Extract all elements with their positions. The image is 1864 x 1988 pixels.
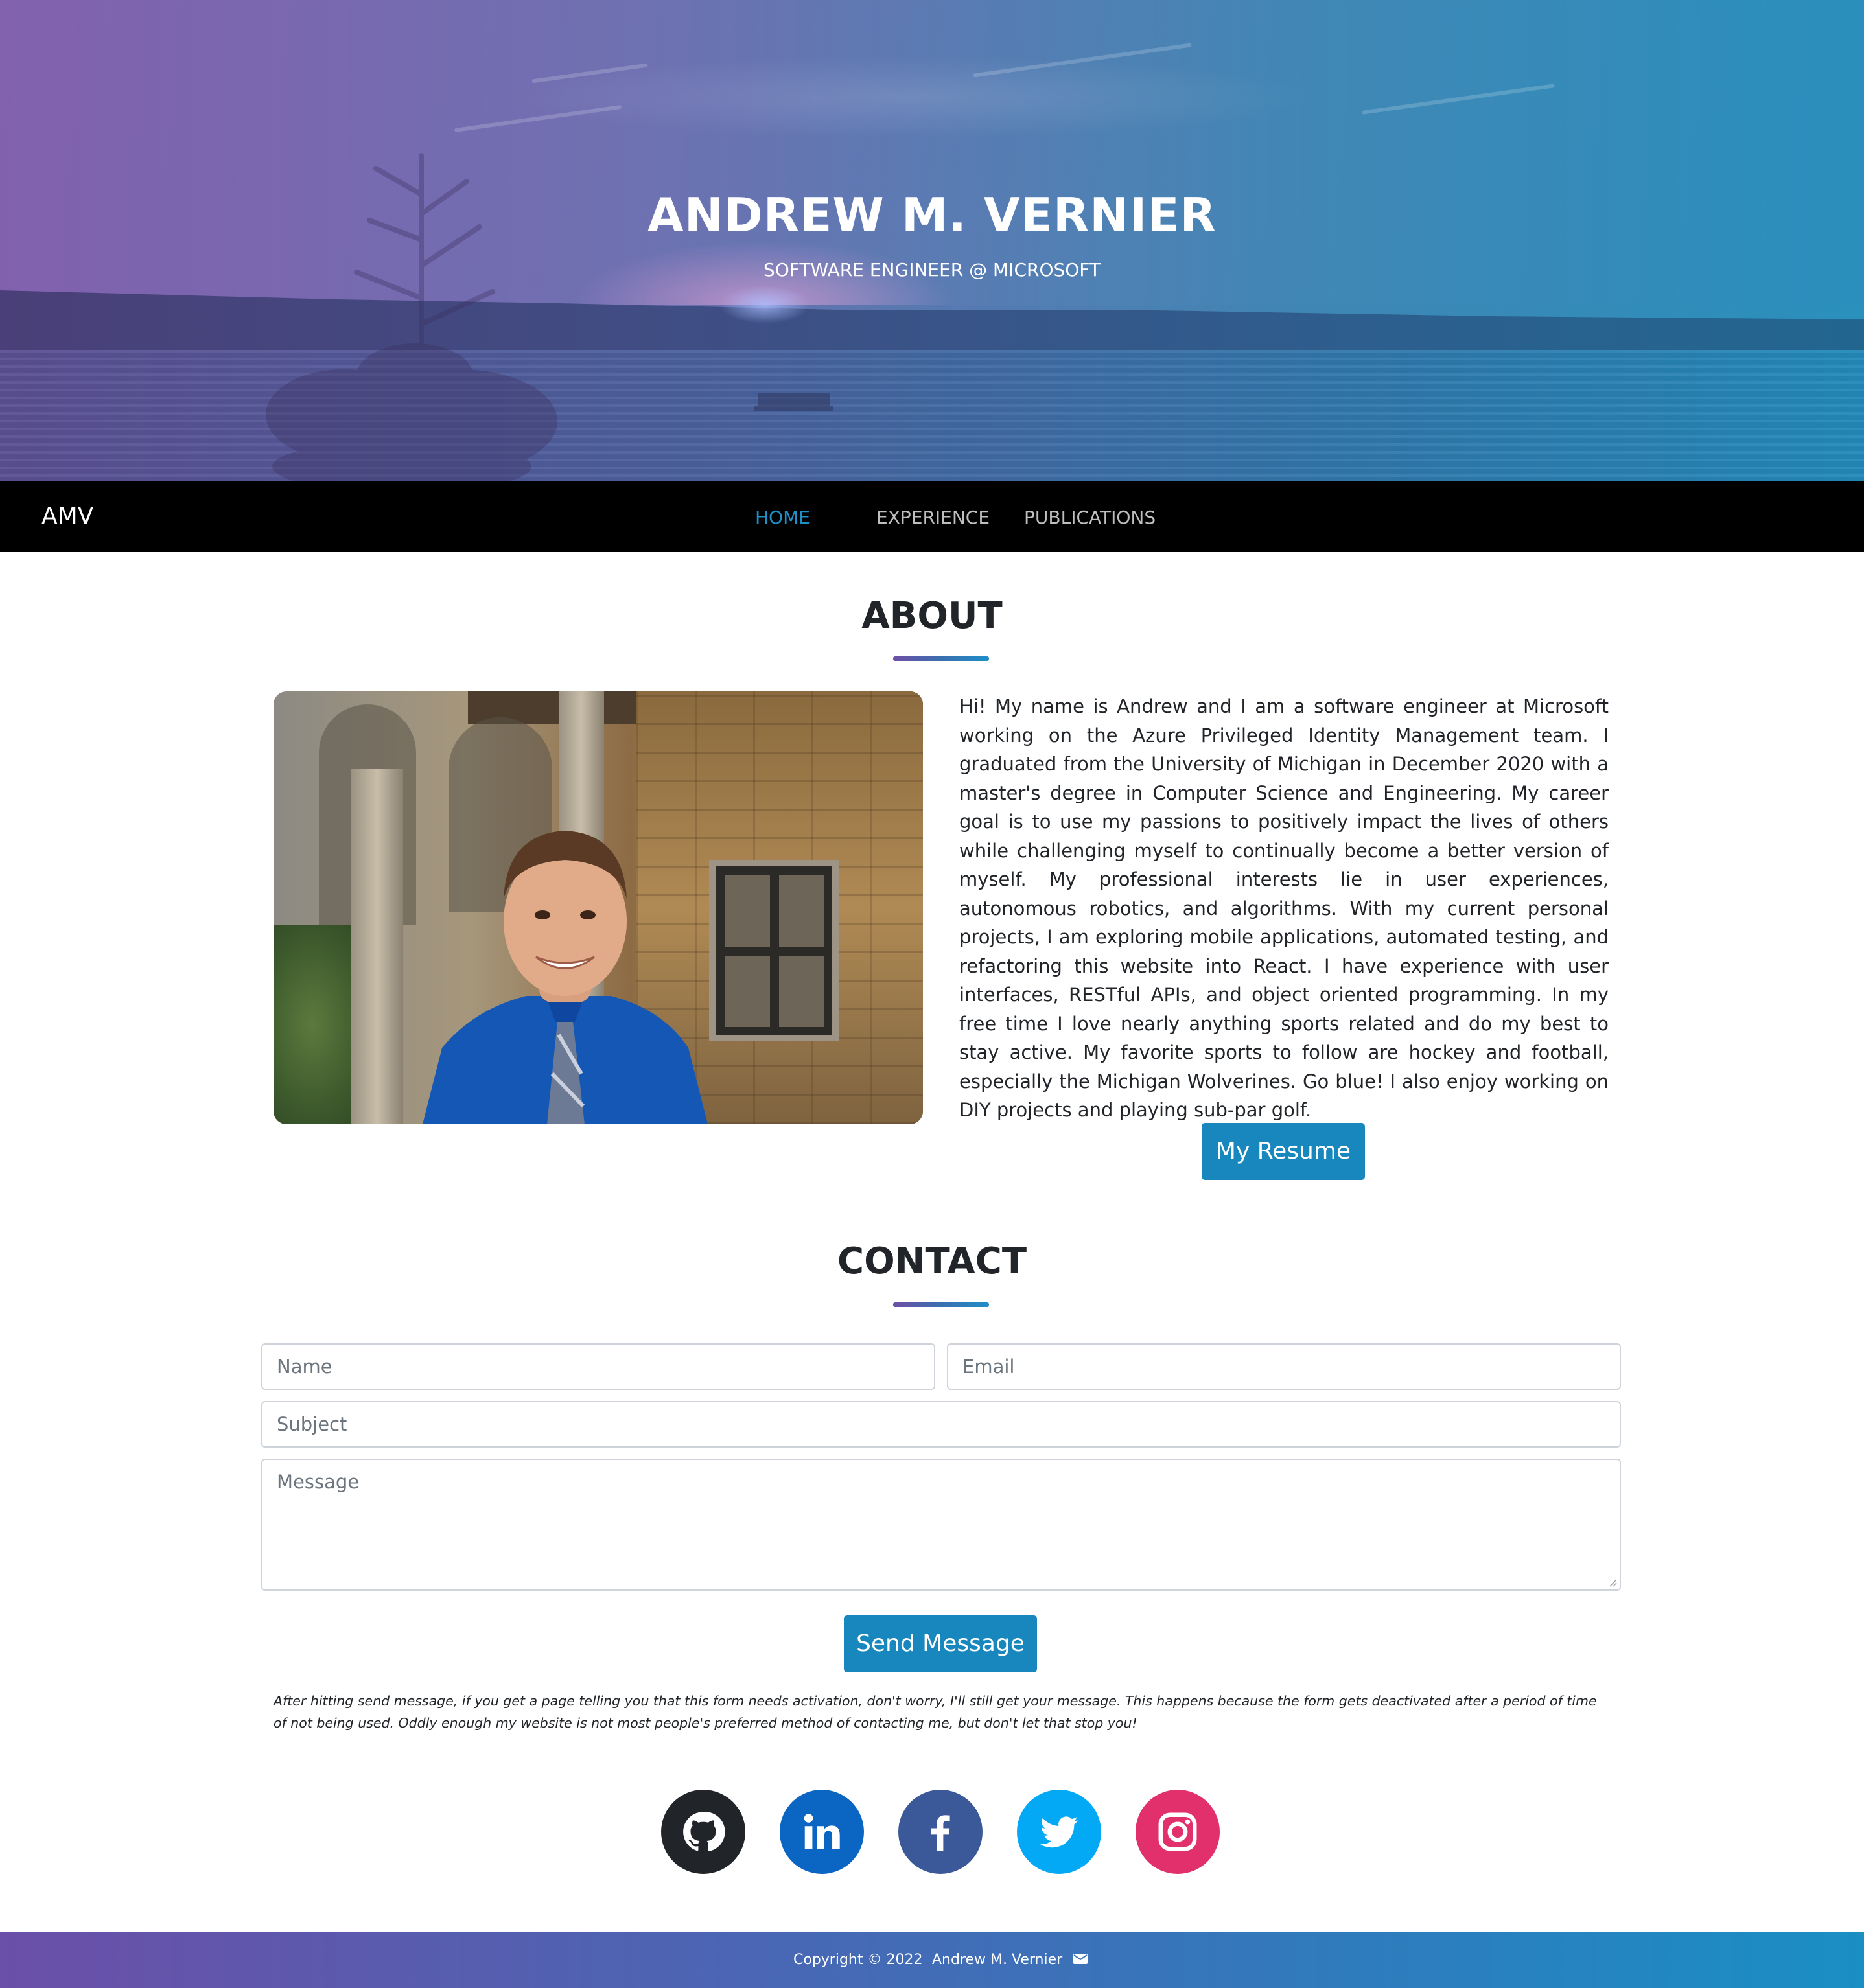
footer-copyright: Copyright © 2022 — [793, 1952, 923, 1968]
window-pane — [779, 956, 824, 1027]
hero-title: ANDREW M. VERNIER — [647, 188, 1217, 242]
subject-field[interactable]: Subject — [261, 1401, 1621, 1448]
linkedin-link[interactable] — [780, 1790, 864, 1874]
message-placeholder: Message — [277, 1471, 360, 1493]
nav-link-home[interactable]: HOME — [755, 507, 810, 528]
nav-link-publications[interactable]: PUBLICATIONS — [1024, 507, 1156, 528]
send-message-button[interactable]: Send Message — [844, 1615, 1037, 1672]
profile-photo — [274, 691, 923, 1124]
footer: Copyright © 2022 Andrew M. Vernier — [0, 1932, 1864, 1988]
twitter-link[interactable] — [1017, 1790, 1101, 1874]
contact-underline — [893, 1302, 989, 1307]
linkedin-icon — [804, 1814, 840, 1849]
email-field[interactable]: Email — [947, 1343, 1621, 1390]
contact-heading: CONTACT — [837, 1240, 1027, 1282]
resize-grip-icon[interactable] — [1608, 1578, 1617, 1587]
facebook-icon — [931, 1815, 950, 1851]
window-pane — [779, 875, 824, 947]
resume-button[interactable]: My Resume — [1202, 1123, 1365, 1180]
github-link[interactable] — [661, 1790, 745, 1874]
envelope-icon[interactable] — [1073, 1953, 1088, 1965]
person-portrait — [423, 831, 708, 1124]
about-heading: ABOUT — [861, 595, 1003, 637]
navbar: AMV HOME EXPERIENCE PUBLICATIONS — [0, 481, 1864, 552]
brand-logo[interactable]: AMV — [41, 503, 93, 529]
about-bio: Hi! My name is Andrew and I am a softwar… — [959, 695, 1609, 1121]
instagram-link[interactable] — [1136, 1790, 1220, 1874]
photo-pillar — [351, 769, 403, 1124]
hero-sun — [719, 285, 810, 324]
instagram-icon — [1158, 1812, 1197, 1851]
form-note: After hitting send message, if you get a… — [274, 1693, 1597, 1731]
name-field[interactable]: Name — [261, 1343, 935, 1390]
dock-silhouette — [754, 393, 833, 411]
hero-subtitle: SOFTWARE ENGINEER @ MICROSOFT — [763, 259, 1101, 281]
message-field[interactable]: Message — [261, 1459, 1621, 1591]
about-underline — [893, 656, 989, 661]
github-icon — [683, 1812, 725, 1851]
hero-banner: ANDREW M. VERNIER SOFTWARE ENGINEER @ MI… — [0, 0, 1864, 481]
nav-link-experience[interactable]: EXPERIENCE — [876, 507, 990, 528]
footer-name: Andrew M. Vernier — [932, 1952, 1063, 1968]
facebook-link[interactable] — [898, 1790, 983, 1874]
twitter-icon — [1040, 1816, 1078, 1848]
